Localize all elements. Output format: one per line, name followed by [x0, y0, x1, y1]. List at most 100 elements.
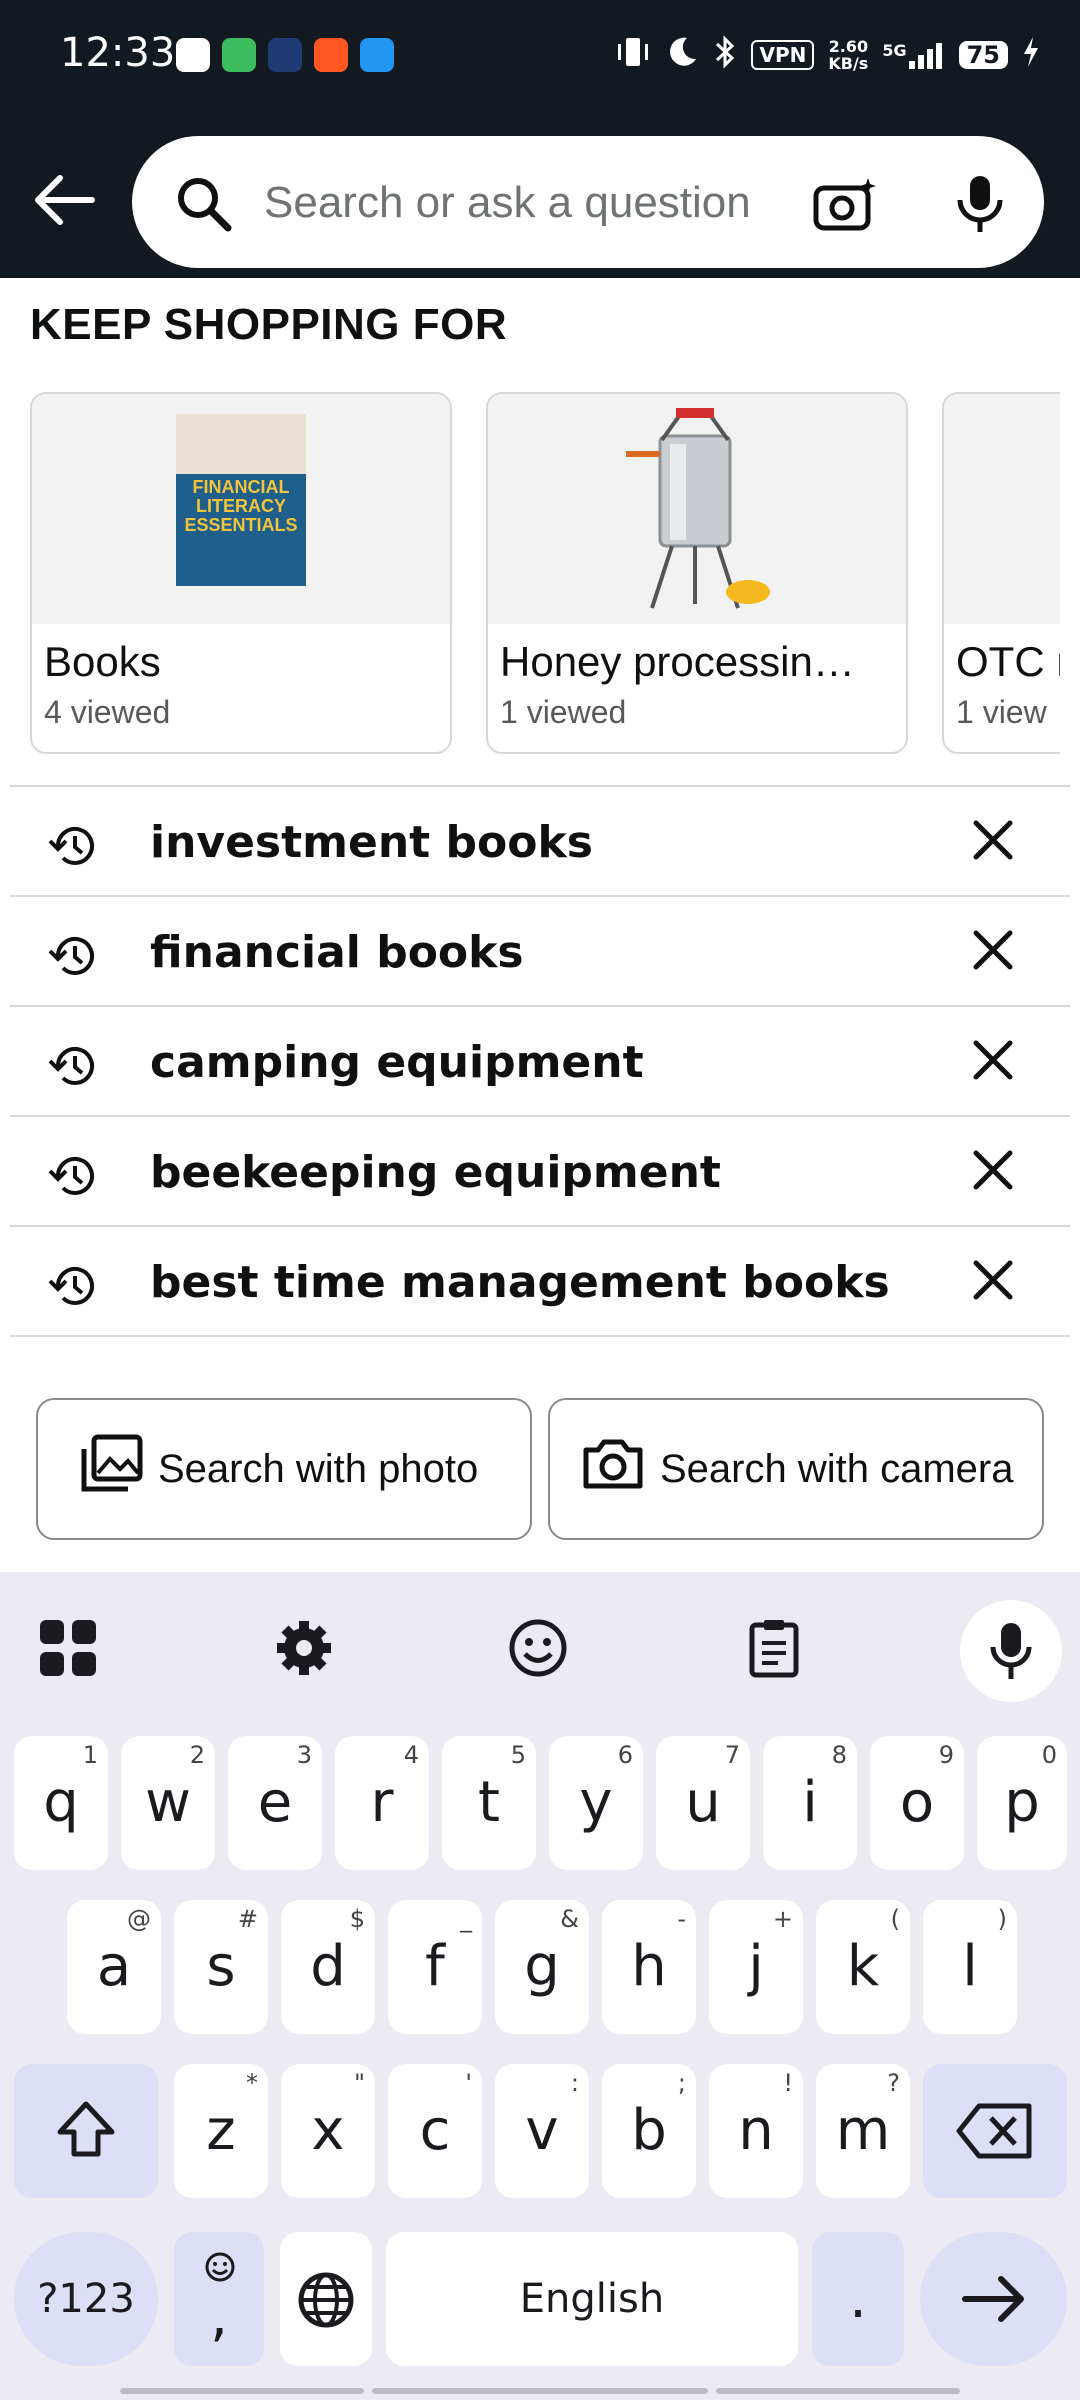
search-bar[interactable] [132, 136, 1044, 268]
key-a[interactable]: a @ [67, 1900, 161, 2034]
key-f[interactable]: f _ [388, 1900, 482, 2034]
comma-key[interactable]: , [174, 2232, 264, 2366]
arrow-right-icon [961, 2276, 1024, 2322]
header: 12:33 VPN 2.60 KB/s 5G 75 Search or ask … [0, 0, 1080, 278]
key-c[interactable]: c ' [388, 2064, 482, 2198]
recent-searches-list: investment books financial books camping… [10, 785, 1070, 1337]
key-h[interactable]: h- [602, 1900, 696, 2034]
key-k[interactable]: k( [816, 1900, 910, 2034]
camera-lens-icon[interactable] [812, 174, 878, 241]
key-e[interactable]: e3 [228, 1736, 322, 1870]
key-v[interactable]: v: [495, 2064, 589, 2198]
key-j[interactable]: j + [709, 1900, 803, 2034]
signal-icon: 5G [882, 41, 944, 69]
key-w[interactable]: w2 [121, 1736, 215, 1870]
qq-app-icon [176, 38, 210, 72]
key-u[interactable]: u7 [656, 1736, 750, 1870]
photo-gallery-icon [78, 1433, 144, 1505]
notification-icons [176, 38, 394, 72]
card-viewed-count: 4 viewed [44, 694, 171, 730]
key-i[interactable]: i8 [763, 1736, 857, 1870]
recent-search-item[interactable]: best time management books [10, 1225, 1070, 1337]
keep-shopping-title: KEEP SHOPPING FOR [30, 300, 508, 349]
key-s[interactable]: s # [174, 1900, 268, 2034]
search-with-photo-label: Search with photo [158, 1446, 479, 1491]
period-key[interactable]: . [812, 2232, 904, 2366]
key-b[interactable]: b; [602, 2064, 696, 2198]
keep-shopping-card-otc[interactable]: OTC r 1 view [942, 392, 1060, 754]
honey-extractor-image [626, 408, 770, 609]
search-icon [174, 174, 234, 239]
apps-grid-icon[interactable] [32, 1612, 104, 1684]
history-icon [46, 819, 100, 878]
keep-shopping-card-honey[interactable]: Honey processin… 1 viewed [486, 392, 908, 754]
key-p[interactable]: p0 [977, 1736, 1067, 1870]
backspace-icon [956, 2103, 1032, 2159]
close-icon[interactable] [970, 1037, 1016, 1088]
key-r[interactable]: r4 [335, 1736, 429, 1870]
backspace-key[interactable] [923, 2064, 1067, 2198]
vpn-badge: VPN [751, 40, 815, 70]
history-icon [46, 929, 100, 988]
recent-search-text: camping equipment [150, 1037, 644, 1088]
key-z[interactable]: z * [174, 2064, 268, 2198]
key-o[interactable]: o9 [870, 1736, 964, 1870]
key-t[interactable]: t5 [442, 1736, 536, 1870]
symbols-key[interactable]: ?123 [14, 2232, 158, 2366]
soft-keyboard: q1 w2 e3 r4 t5 y6 u7 i8 o9 p0 a @ s # d $ f… [0, 1572, 1080, 2400]
key-x[interactable]: x " [281, 2064, 375, 2198]
key-g[interactable]: g & [495, 1900, 589, 2034]
recent-search-item[interactable]: beekeeping equipment [10, 1115, 1070, 1225]
search-with-camera-button[interactable]: Search with camera [548, 1398, 1044, 1540]
key-l[interactable]: l) [923, 1900, 1017, 2034]
recent-search-text: financial books [150, 927, 524, 978]
book-cover-title: FINANCIAL LITERACY ESSENTIALS [184, 477, 298, 535]
history-icon [46, 1039, 100, 1098]
bluetooth-icon [713, 34, 737, 76]
emoji-icon[interactable] [502, 1612, 574, 1684]
key-m[interactable]: m? [816, 2064, 910, 2198]
enter-key[interactable] [920, 2232, 1067, 2366]
settings-gear-icon[interactable] [268, 1612, 340, 1684]
key-d[interactable]: d $ [281, 1900, 375, 2034]
close-icon[interactable] [970, 1257, 1016, 1308]
space-key[interactable]: English [386, 2232, 798, 2366]
recent-search-item[interactable]: financial books [10, 895, 1070, 1005]
microphone-icon[interactable] [952, 172, 1008, 241]
card-viewed-count: 1 viewed [500, 694, 627, 730]
recent-search-text: beekeeping equipment [150, 1147, 721, 1198]
globe-icon [298, 2272, 354, 2328]
recent-search-item[interactable]: camping equipment [10, 1005, 1070, 1115]
charging-icon [1022, 36, 1040, 74]
moon-icon [665, 35, 699, 75]
ring-app-icon [314, 38, 348, 72]
camera-icon [580, 1436, 646, 1502]
card-viewed-count: 1 view [956, 694, 1047, 730]
close-icon[interactable] [970, 817, 1016, 868]
clipboard-icon[interactable] [738, 1612, 810, 1684]
recent-search-text: investment books [150, 817, 593, 868]
network-speed: 2.60 KB/s [828, 37, 869, 73]
keep-shopping-carousel[interactable]: FINANCIAL LITERACY ESSENTIALS Books 4 vi… [30, 392, 1060, 754]
keyboard-mic-icon[interactable] [960, 1600, 1062, 1702]
recent-search-item[interactable]: investment books [10, 785, 1070, 895]
battery-level: 75 [958, 41, 1008, 69]
nav-handle-center [372, 2388, 708, 2394]
close-icon[interactable] [970, 1147, 1016, 1198]
history-icon [46, 1259, 100, 1318]
shift-key[interactable] [14, 2064, 158, 2198]
key-n[interactable]: n! [709, 2064, 803, 2198]
key-y[interactable]: y6 [549, 1736, 643, 1870]
keep-shopping-card-books[interactable]: FINANCIAL LITERACY ESSENTIALS Books 4 vi… [30, 392, 452, 754]
meeting-app-icon [360, 38, 394, 72]
search-with-photo-button[interactable]: Search with photo [36, 1398, 532, 1540]
key-q[interactable]: q1 [14, 1736, 108, 1870]
card-image [488, 394, 906, 624]
history-icon [46, 1149, 100, 1208]
nav-handle-right [716, 2388, 960, 2394]
close-icon[interactable] [970, 927, 1016, 978]
cat-app-icon [268, 38, 302, 72]
language-key[interactable] [280, 2232, 372, 2366]
back-button[interactable] [30, 170, 110, 240]
card-name: OTC r [956, 638, 1060, 685]
